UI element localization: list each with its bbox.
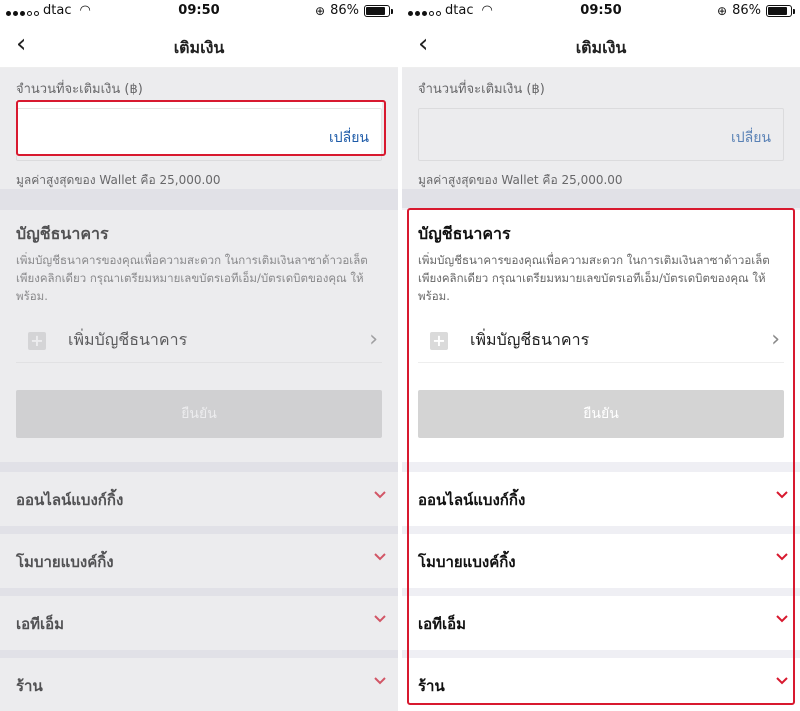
chevron-down-icon: [374, 677, 386, 689]
nav-bar: ‹ เติมเงิน: [0, 22, 398, 68]
method-mobile-banking[interactable]: โมบายแบงค์กิ้ง: [0, 534, 398, 588]
plus-icon: +: [28, 331, 46, 350]
max-wallet-note: มูลค่าสูงสุดของ Wallet คือ 25,000.00: [418, 173, 623, 187]
method-label: เอทีเอ็ม: [16, 615, 65, 633]
add-bank-label: เพิ่มบัญชีธนาคาร: [470, 330, 590, 349]
method-label: ร้าน: [418, 677, 445, 695]
status-bar: dtac ◠ 09:50 ⊕ 86%: [402, 0, 800, 22]
amount-input[interactable]: เปลี่ยน: [16, 108, 382, 161]
chevron-right-icon: ›: [369, 327, 378, 352]
chevron-down-icon: [374, 553, 386, 565]
method-label: ออนไลน์แบงก์กิ้ง: [16, 491, 124, 509]
confirm-button[interactable]: ยืนยัน: [16, 390, 382, 438]
method-label: โมบายแบงค์กิ้ง: [418, 553, 516, 571]
lock-rotation-icon: ⊕: [717, 3, 728, 18]
method-store[interactable]: ร้าน: [0, 658, 398, 711]
chevron-right-icon: ›: [771, 327, 780, 352]
lock-rotation-icon: ⊕: [315, 3, 326, 18]
bank-section-description: เพิ่มบัญชีธนาคารของคุณเพื่อความสะดวก ในก…: [16, 253, 368, 303]
amount-input[interactable]: เปลี่ยน: [418, 108, 784, 161]
method-label: โมบายแบงค์กิ้ง: [16, 553, 114, 571]
bank-account-section: บัญชีธนาคาร เพิ่มบัญชีธนาคารของคุณเพื่อค…: [402, 210, 800, 462]
battery-icon: [766, 4, 795, 17]
plus-icon: +: [430, 331, 448, 350]
battery-percent: 86%: [732, 3, 761, 18]
amount-section: จำนวนที่จะเติมเงิน (฿) เปลี่ยน มูลค่าสูง…: [402, 68, 800, 189]
bank-section-title: บัญชีธนาคาร: [418, 224, 511, 243]
chevron-down-icon: [776, 615, 788, 627]
chevron-down-icon: [374, 615, 386, 627]
add-bank-label: เพิ่มบัญชีธนาคาร: [68, 330, 188, 349]
method-label: ออนไลน์แบงก์กิ้ง: [418, 491, 526, 509]
page-title: เติมเงิน: [173, 38, 225, 57]
screen-right: dtac ◠ 09:50 ⊕ 86% ‹ เติมเงิน จำนวนที่จะ…: [402, 0, 800, 711]
method-store[interactable]: ร้าน: [402, 658, 800, 711]
add-bank-account-row[interactable]: + เพิ่มบัญชีธนาคาร ›: [418, 319, 784, 363]
change-amount-button[interactable]: เปลี่ยน: [329, 127, 369, 149]
chevron-down-icon: [776, 677, 788, 689]
method-online-banking[interactable]: ออนไลน์แบงก์กิ้ง: [0, 472, 398, 526]
method-mobile-banking[interactable]: โมบายแบงค์กิ้ง: [402, 534, 800, 588]
chevron-down-icon: [776, 553, 788, 565]
method-atm[interactable]: เอทีเอ็ม: [402, 596, 800, 650]
payment-methods-list: ออนไลน์แบงก์กิ้ง โมบายแบงค์กิ้ง เอทีเอ็ม…: [0, 462, 398, 711]
payment-methods-list: ออนไลน์แบงก์กิ้ง โมบายแบงค์กิ้ง เอทีเอ็ม…: [402, 462, 800, 711]
nav-bar: ‹ เติมเงิน: [402, 22, 800, 68]
chevron-down-icon: [374, 491, 386, 503]
page-title: เติมเงิน: [575, 38, 627, 57]
bank-section-title: บัญชีธนาคาร: [16, 224, 109, 243]
change-amount-button[interactable]: เปลี่ยน: [731, 127, 771, 149]
screen-left: dtac ◠ 09:50 ⊕ 86% ‹ เติมเงิน จำนวนที่จะ…: [0, 0, 398, 711]
bank-section-description: เพิ่มบัญชีธนาคารของคุณเพื่อความสะดวก ในก…: [418, 253, 770, 303]
method-label: เอทีเอ็ม: [418, 615, 467, 633]
battery-percent: 86%: [330, 3, 359, 18]
confirm-button[interactable]: ยืนยัน: [418, 390, 784, 438]
method-online-banking[interactable]: ออนไลน์แบงก์กิ้ง: [402, 472, 800, 526]
add-bank-account-row[interactable]: + เพิ่มบัญชีธนาคาร ›: [16, 319, 382, 363]
bank-account-section: บัญชีธนาคาร เพิ่มบัญชีธนาคารของคุณเพื่อค…: [0, 210, 398, 462]
amount-section: จำนวนที่จะเติมเงิน (฿) เปลี่ยน มูลค่าสูง…: [0, 68, 398, 189]
max-wallet-note: มูลค่าสูงสุดของ Wallet คือ 25,000.00: [16, 173, 221, 187]
status-bar: dtac ◠ 09:50 ⊕ 86%: [0, 0, 398, 22]
amount-label: จำนวนที่จะเติมเงิน (฿): [418, 82, 545, 97]
method-atm[interactable]: เอทีเอ็ม: [0, 596, 398, 650]
battery-icon: [364, 4, 393, 17]
chevron-down-icon: [776, 491, 788, 503]
amount-label: จำนวนที่จะเติมเงิน (฿): [16, 82, 143, 97]
method-label: ร้าน: [16, 677, 43, 695]
